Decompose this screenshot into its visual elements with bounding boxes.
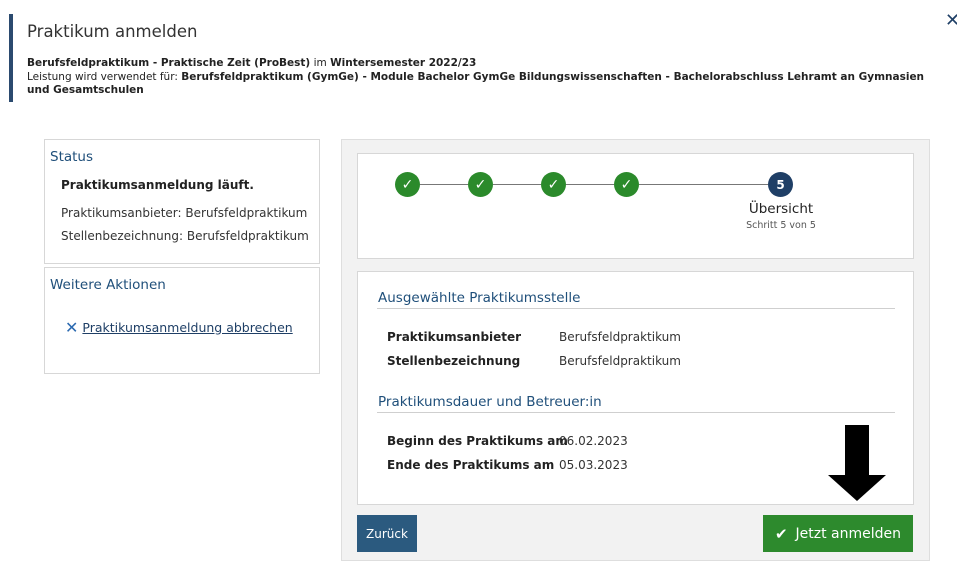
- close-icon[interactable]: ✕: [945, 10, 957, 31]
- cancel-icon: ✕: [65, 318, 79, 337]
- row-position-key: Stellenbezeichnung: [387, 354, 521, 368]
- check-icon: ✔: [774, 524, 788, 543]
- dialog-title: Praktikum anmelden: [27, 22, 198, 41]
- down-arrow-icon: [828, 425, 886, 501]
- step-2-check-icon[interactable]: ✓: [468, 172, 493, 197]
- step-5-current: 5: [768, 172, 793, 197]
- step-1-check-icon[interactable]: ✓: [395, 172, 420, 197]
- stepper-connector: [420, 184, 468, 185]
- actions-heading: Weitere Aktionen: [50, 277, 166, 293]
- usage-info-line: Leistung wird verwendet für: Berufsfeldp…: [27, 71, 927, 97]
- stepper-connector: [639, 184, 768, 185]
- stepper-connector: [566, 184, 614, 185]
- current-step-label: Übersicht: [748, 201, 814, 217]
- actions-panel: Weitere Aktionen ✕ Praktikumsanmeldung a…: [44, 267, 320, 374]
- step-4-check-icon[interactable]: ✓: [614, 172, 639, 197]
- section-divider: [377, 412, 895, 413]
- cancel-registration-link[interactable]: ✕ Praktikumsanmeldung abbrechen: [65, 318, 293, 337]
- row-position-value: Berufsfeldpraktikum: [559, 354, 681, 368]
- stepper-connector: [493, 184, 541, 185]
- step-3-check-icon[interactable]: ✓: [541, 172, 566, 197]
- course-info-line: Berufsfeldpraktikum - Praktische Zeit (P…: [27, 57, 476, 70]
- status-heading: Status: [50, 149, 94, 165]
- status-position: Stellenbezeichnung: Berufsfeldpraktikum: [61, 229, 309, 243]
- row-end-key: Ende des Praktikums am: [387, 458, 555, 472]
- cancel-registration-label[interactable]: Praktikumsanmeldung abbrechen: [82, 320, 292, 335]
- row-provider-value: Berufsfeldpraktikum: [559, 330, 681, 344]
- stepper-panel: [357, 153, 914, 259]
- usage-prefix: Leistung wird verwendet für:: [27, 71, 182, 83]
- back-button[interactable]: Zurück: [357, 515, 417, 552]
- row-start-value: 06.02.2023: [559, 434, 628, 448]
- status-provider: Praktikumsanbieter: Berufsfeldpraktikum: [61, 206, 308, 220]
- row-end-value: 05.03.2023: [559, 458, 628, 472]
- header-accent-bar: [9, 14, 13, 102]
- course-name: Berufsfeldpraktikum - Praktische Zeit (P…: [27, 57, 311, 69]
- current-step-sub: Schritt 5 von 5: [746, 220, 816, 231]
- row-provider-key: Praktikumsanbieter: [387, 330, 522, 344]
- section-duration-heading: Praktikumsdauer und Betreuer:in: [378, 394, 602, 410]
- register-now-button[interactable]: ✔ Jetzt anmelden: [763, 515, 913, 552]
- course-connector: im: [310, 57, 331, 69]
- row-start-key: Beginn des Praktikums am: [387, 434, 568, 448]
- register-now-label: Jetzt anmelden: [795, 525, 902, 542]
- status-panel: Status Praktikumsanmeldung läuft. Prakti…: [44, 139, 320, 264]
- semester: Wintersemester 2022/23: [330, 57, 477, 69]
- section-selected-position-heading: Ausgewählte Praktikumsstelle: [378, 290, 581, 306]
- status-state: Praktikumsanmeldung läuft.: [61, 178, 254, 192]
- section-divider: [377, 308, 895, 309]
